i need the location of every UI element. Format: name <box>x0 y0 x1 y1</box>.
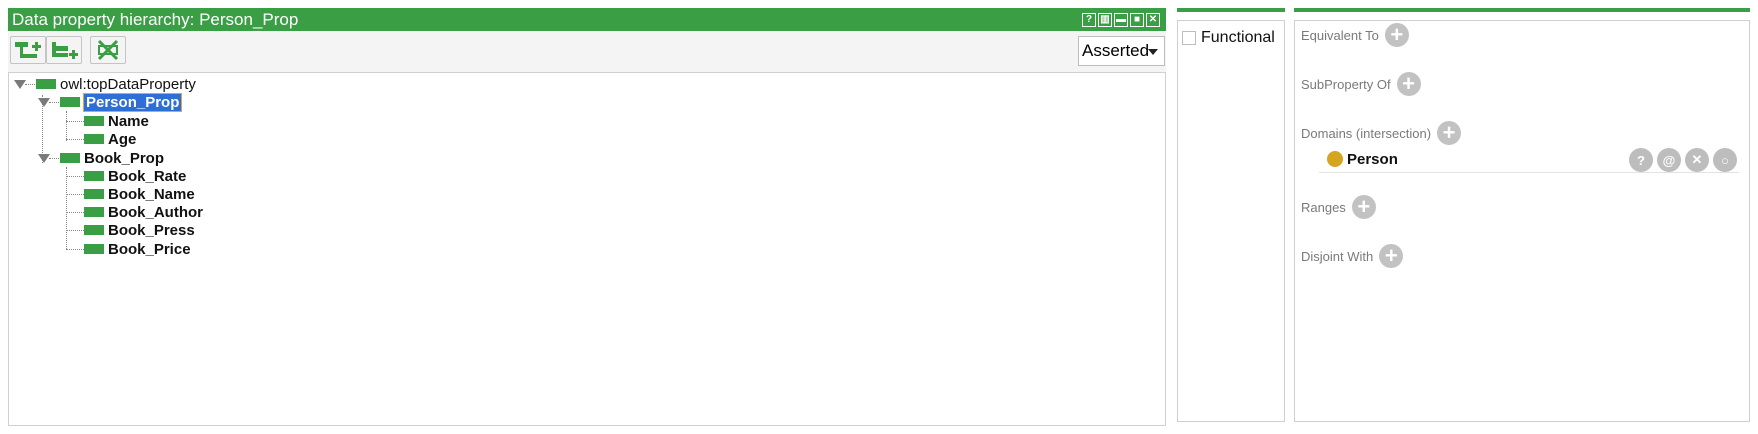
tree-node-label-selected: Person_Prop <box>82 92 183 112</box>
tree-connector <box>49 102 59 103</box>
tree-connector <box>66 176 84 177</box>
domain-row-person[interactable]: Person ? @ ✕ ○ <box>1319 148 1739 173</box>
view-mode-value: Asserted <box>1082 41 1150 60</box>
tree-node-label: Book_Prop <box>84 149 165 167</box>
delete-property-button[interactable] <box>90 36 126 64</box>
add-equivalent-icon[interactable]: + <box>1384 23 1409 47</box>
help-icon[interactable]: ? <box>1082 12 1096 27</box>
add-sibling-icon <box>52 42 78 59</box>
chevron-down-icon <box>1148 49 1158 55</box>
description-panel: Equivalent To + SubProperty Of + Domains… <box>1294 20 1750 422</box>
expand-toggle-icon[interactable] <box>38 98 50 107</box>
section-label: Equivalent To <box>1301 27 1379 43</box>
data-property-icon <box>84 244 104 254</box>
panel-title: Data property hierarchy: Person_Prop <box>12 9 299 29</box>
tree-node-label: owl:topDataProperty <box>60 75 196 93</box>
tree-node-topdataproperty[interactable]: owl:topDataProperty <box>36 75 196 93</box>
data-property-icon <box>60 97 80 107</box>
minimize-icon[interactable]: ▬ <box>1114 12 1128 27</box>
window-buttons: ? ▥ ▬ ■ ✕ <box>1082 12 1166 27</box>
tree-node-label: Book_Price <box>108 240 191 258</box>
tree-node-book-author[interactable]: Book_Author <box>84 203 203 221</box>
characteristics-panel: Functional <box>1177 20 1285 422</box>
delete-property-icon <box>97 39 119 61</box>
functional-label: Functional <box>1201 29 1275 46</box>
tree-node-label: Age <box>108 130 137 148</box>
tree-node-book-prop[interactable]: Book_Prop <box>60 149 164 167</box>
expand-toggle-icon[interactable] <box>14 80 26 89</box>
data-property-icon <box>84 189 104 199</box>
tree-connector <box>49 158 59 159</box>
disjoint-with-section: Disjoint With + <box>1301 244 1404 268</box>
tree-node-person-prop[interactable]: Person_Prop <box>60 92 183 112</box>
data-property-icon <box>84 171 104 181</box>
tree-connector <box>66 111 67 141</box>
add-range-icon[interactable]: + <box>1351 195 1376 219</box>
tree-node-label: Book_Press <box>108 221 195 239</box>
section-label: SubProperty Of <box>1301 76 1391 92</box>
tree-node-label: Book_Author <box>108 203 203 221</box>
add-superproperty-icon[interactable]: + <box>1396 72 1421 96</box>
expand-toggle-icon[interactable] <box>38 154 50 163</box>
data-property-icon <box>84 207 104 217</box>
add-subproperty-icon <box>15 42 41 58</box>
section-label: Disjoint With <box>1301 248 1374 264</box>
characteristics-header-strip <box>1177 8 1285 12</box>
ranges-section: Ranges + <box>1301 195 1376 219</box>
tree-node-name[interactable]: Name <box>84 112 149 130</box>
delete-icon[interactable]: ✕ <box>1685 148 1709 172</box>
tree-node-age[interactable]: Age <box>84 130 136 148</box>
hierarchy-toolbar: Asserted <box>8 31 1166 75</box>
tree-node-label: Book_Rate <box>108 167 187 185</box>
data-property-icon <box>84 116 104 126</box>
domain-actions: ? @ ✕ ○ <box>1629 148 1737 172</box>
edit-icon[interactable]: ○ <box>1713 148 1737 172</box>
data-property-icon <box>84 225 104 235</box>
add-domain-icon[interactable]: + <box>1437 121 1462 145</box>
annotate-icon[interactable]: @ <box>1657 148 1681 172</box>
view-mode-select[interactable]: Asserted <box>1078 36 1165 66</box>
tree-node-label: Book_Name <box>108 185 195 203</box>
close-icon[interactable]: ✕ <box>1146 12 1160 27</box>
domain-label: Person <box>1347 151 1398 168</box>
data-property-hierarchy-panel: Data property hierarchy: Person_Prop ? ▥… <box>8 8 1166 426</box>
section-label: Domains (intersection) <box>1301 125 1432 141</box>
add-disjoint-icon[interactable]: + <box>1379 244 1404 268</box>
maximize-icon[interactable]: ■ <box>1130 12 1144 27</box>
tree-connector <box>66 212 84 213</box>
add-sibling-button[interactable] <box>46 36 82 64</box>
domains-section: Domains (intersection) + <box>1301 121 1462 145</box>
split-vertical-icon[interactable]: ▥ <box>1098 12 1112 27</box>
tree-node-label: Name <box>108 112 149 130</box>
tree-connector <box>66 139 84 140</box>
subproperty-of-section: SubProperty Of + <box>1301 72 1421 96</box>
functional-checkbox[interactable] <box>1182 31 1196 45</box>
tree-node-book-rate[interactable]: Book_Rate <box>84 167 186 185</box>
tree-connector <box>66 121 84 122</box>
tree-connector <box>66 194 84 195</box>
data-property-icon <box>60 153 80 163</box>
panel-title-bar: Data property hierarchy: Person_Prop ? ▥… <box>8 8 1166 31</box>
tree-node-book-press[interactable]: Book_Press <box>84 221 195 239</box>
description-header-strip <box>1294 8 1750 12</box>
tree-connector <box>66 230 84 231</box>
explain-icon[interactable]: ? <box>1629 148 1653 172</box>
data-property-icon <box>84 134 104 144</box>
class-icon <box>1327 151 1343 167</box>
data-property-icon <box>36 79 56 89</box>
tree-node-book-price[interactable]: Book_Price <box>84 240 191 258</box>
section-label: Ranges <box>1301 199 1346 215</box>
property-tree[interactable]: owl:topDataProperty Person_Prop Name Age… <box>8 72 1166 426</box>
tree-connector <box>66 167 67 249</box>
add-subproperty-button[interactable] <box>10 36 46 64</box>
equivalent-to-section: Equivalent To + <box>1301 23 1409 47</box>
tree-node-book-name[interactable]: Book_Name <box>84 185 195 203</box>
tree-connector <box>66 249 84 250</box>
